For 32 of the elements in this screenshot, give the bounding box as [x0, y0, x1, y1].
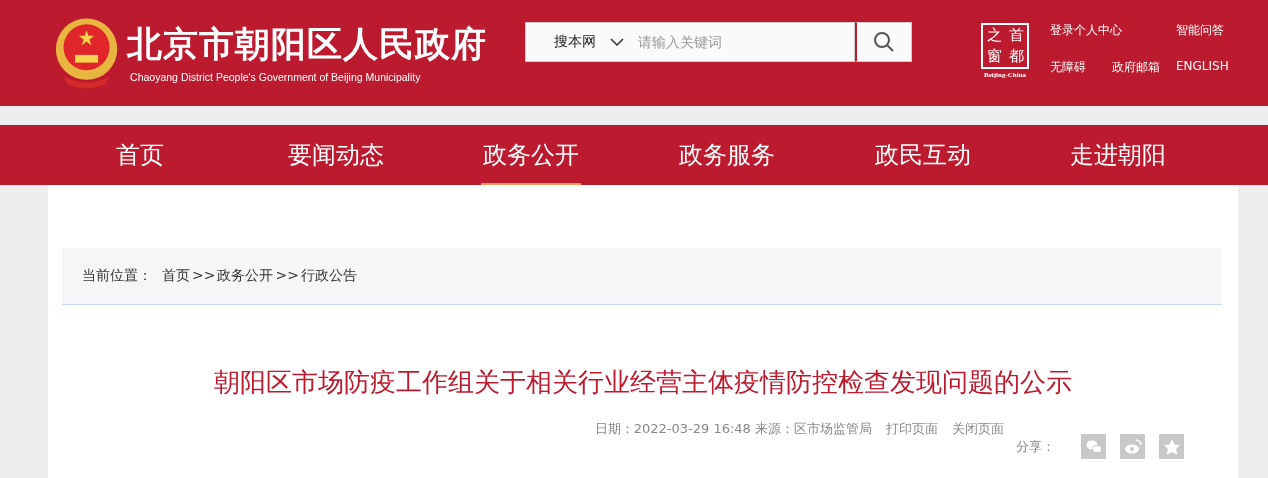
wechat-share-icon[interactable] — [1081, 434, 1106, 459]
header-link[interactable]: 政府邮箱 — [1112, 59, 1176, 76]
site-title: 北京市朝阳区人民政府 — [127, 23, 488, 65]
nav-tab[interactable]: 政务公开 — [433, 125, 629, 185]
page-action-link[interactable]: 打印页面 — [886, 420, 938, 438]
site-subtitle: Chaoyang District People's Government of Beijing Municipality — [130, 71, 422, 83]
search-button[interactable] — [855, 22, 913, 62]
page-action-link[interactable]: 关闭页面 — [952, 420, 1004, 438]
header-link[interactable]: 无障碍 — [1050, 59, 1112, 76]
header-link[interactable]: ENGLISH — [1176, 59, 1228, 76]
share-label: 分享： — [1016, 437, 1055, 456]
breadcrumb-separator: >> — [275, 267, 299, 285]
breadcrumb-label: 当前位置： — [82, 267, 152, 285]
nav-tab[interactable]: 走进朝阳 — [1020, 125, 1217, 185]
header-link[interactable]: 登录个人中心 — [1050, 22, 1176, 39]
scope-dropdown[interactable]: 搜本网 — [526, 32, 637, 52]
article-title: 朝阳区市场防疫工作组关于相关行业经营主体疫情防控检查发现问题的公示 — [213, 366, 1073, 399]
nav-tab[interactable]: 政务服务 — [629, 125, 825, 185]
breadcrumb-link[interactable]: 政务公开 — [217, 267, 274, 285]
nav-tab[interactable]: 政民互动 — [824, 125, 1021, 185]
nav-tab[interactable]: 要闻动态 — [237, 125, 434, 185]
breadcrumb-link[interactable]: 首页 — [162, 267, 190, 285]
header-link[interactable]: 智能问答 — [1176, 22, 1228, 39]
breadcrumb-link[interactable]: 行政公告 — [300, 267, 357, 285]
qzone-share-icon[interactable] — [1159, 434, 1184, 459]
search-icon — [873, 31, 896, 53]
search-field[interactable]: 搜本网 请输入关键词 — [525, 22, 856, 62]
article-meta: 日期：2022-03-29 16:48 来源：区市场监管局 — [594, 420, 872, 438]
breadcrumb-separator: >> — [192, 267, 216, 285]
nav-tab[interactable]: 首页 — [42, 125, 238, 185]
weibo-share-icon[interactable] — [1120, 434, 1145, 459]
chevron-down-icon — [610, 38, 625, 46]
